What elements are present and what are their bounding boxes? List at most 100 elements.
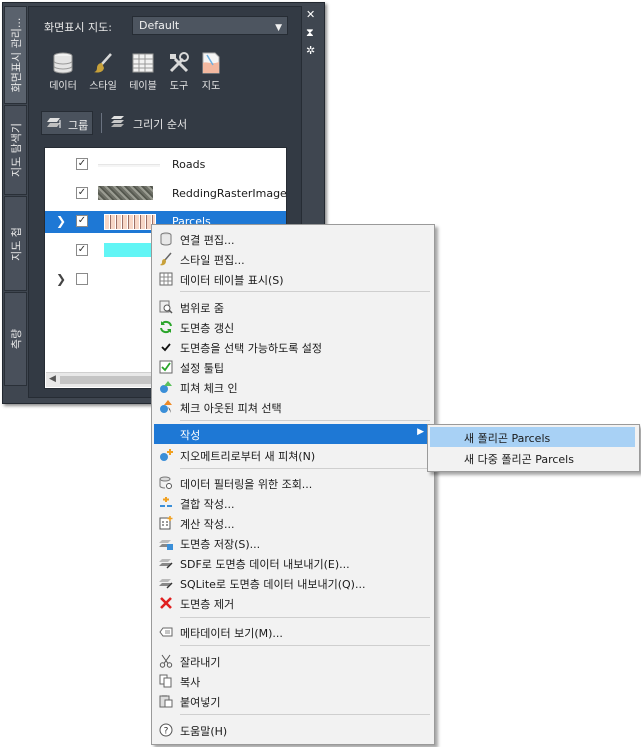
menu-item-refresh-layer[interactable]: 도면층 갱신 [154, 317, 432, 337]
menu-item-save-layer[interactable]: 도면층 저장(S)... [154, 533, 432, 553]
scissors-icon [159, 654, 173, 668]
menu-item-label: 피쳐 체크 인 [180, 382, 238, 395]
query-icon [159, 476, 172, 489]
menu-item-label: 지오메트리로부터 새 피쳐(N) [180, 450, 316, 463]
menu-item-remove-layer[interactable]: 도면층 제거 [154, 593, 432, 613]
menu-item-label: 범위로 줌 [180, 302, 224, 315]
submenu-item-new-multipolygon[interactable]: 새 다중 폴리곤 Parcels [430, 448, 635, 468]
tools-icon [169, 52, 189, 73]
vtab-map-book[interactable]: 지도 첩 [4, 196, 27, 291]
layer-row[interactable]: ✓ ReddingRasterImage [45, 183, 286, 205]
draw-order-icon [111, 116, 124, 127]
layer-visibility-checkbox[interactable]: ✓ [76, 244, 88, 256]
menu-item-help[interactable]: ? 도움말(H) [154, 720, 432, 740]
table-button[interactable]: 테이블 [125, 45, 161, 97]
layer-visibility-checkbox[interactable] [76, 273, 88, 285]
layer-row[interactable]: ✓ Roads [45, 154, 286, 176]
menu-item-label: 결합 작성... [180, 498, 235, 511]
menu-item-select-checked-out[interactable]: 체크 아웃된 피쳐 선택 [154, 397, 432, 417]
vtab-survey[interactable]: 측량 [4, 292, 27, 386]
menu-item-label: 도면층 갱신 [180, 322, 235, 335]
menu-separator [180, 468, 430, 469]
raster-thumbnail [98, 186, 153, 200]
submenu-item-new-polygon[interactable]: 새 폴리곤 Parcels [430, 427, 635, 447]
style-button[interactable]: 스타일 [85, 45, 121, 97]
new-feature-icon [160, 449, 173, 461]
menu-separator [180, 645, 430, 646]
menu-item-label: 데이터 테이블 표시(S) [180, 274, 284, 287]
checkin-icon [160, 381, 172, 393]
menu-separator [180, 420, 430, 421]
horizontal-scrollbar[interactable]: ◀ [46, 372, 165, 387]
layer-context-menu: 연결 편집... 스타일 편집... 데이터 테이블 표시(S) 범위로 줌 도… [151, 224, 435, 745]
menu-item-create-calculation[interactable]: 계산 작성... [154, 513, 432, 533]
layer-visibility-checkbox[interactable]: ✓ [76, 158, 88, 170]
layer-style-swatch [104, 243, 152, 257]
tool-label: 도구 [169, 81, 189, 92]
map-button[interactable]: 지도 [193, 45, 229, 97]
menu-item-label: SQLite로 도면층 데이터 내보내기(Q)... [180, 578, 366, 591]
menu-item-zoom-extents[interactable]: 범위로 줌 [154, 297, 432, 317]
expand-icon[interactable]: ❯ [56, 214, 66, 228]
layer-visibility-checkbox[interactable]: ✓ [76, 215, 88, 227]
scrollbar-thumb[interactable] [60, 376, 160, 384]
map-icon [202, 52, 220, 74]
menu-item-show-data-table[interactable]: 데이터 테이블 표시(S) [154, 269, 432, 289]
menu-item-tooltip-settings[interactable]: 설정 툴팁 [154, 357, 432, 377]
menu-item-check-in[interactable]: 피쳐 체크 인 [154, 377, 432, 397]
menu-item-label: 복사 [180, 676, 201, 689]
menu-item-label: 데이터 필터링을 위한 조회... [180, 478, 313, 491]
menu-item-paste[interactable]: 붙여넣기 [154, 691, 432, 711]
pin-icon[interactable]: ⧗ [306, 27, 314, 38]
vtab-map-explorer[interactable]: 지도 탐색기 [4, 105, 27, 195]
tool-label: 스타일 [89, 81, 117, 92]
map-select[interactable]: Default ▼ [132, 16, 288, 35]
group-button[interactable]: 그룹 [41, 111, 93, 135]
menu-item-query-filter[interactable]: 데이터 필터링을 위한 조회... [154, 473, 432, 493]
copy-icon [159, 674, 172, 688]
menu-item-view-metadata[interactable]: 메타데이터 보기(M)... [154, 622, 432, 642]
scroll-left-icon[interactable]: ◀ [49, 374, 56, 384]
menu-item-label: 스타일 편집... [180, 254, 245, 267]
tool-label: 데이터 [49, 81, 77, 92]
checkmark-icon [161, 343, 171, 352]
metadata-icon [159, 627, 173, 637]
expand-icon[interactable]: ❯ [56, 272, 66, 286]
vtab-label: 화면표시 관리... [9, 17, 23, 93]
menu-item-new-feature-from-geometry[interactable]: 지오메트리로부터 새 피쳐(N) [154, 445, 432, 465]
settings-icon[interactable]: ✲ [306, 45, 315, 56]
paste-icon [159, 695, 173, 708]
svg-text:?: ? [164, 727, 169, 737]
menu-item-label: 도면층 제거 [180, 598, 235, 611]
vtab-display-manager[interactable]: 화면표시 관리... [4, 6, 27, 104]
map-label: 화면표시 지도: [44, 21, 112, 34]
data-button[interactable]: 데이터 [45, 45, 81, 97]
menu-item-export-sqlite[interactable]: SQLite로 도면층 데이터 내보내기(Q)... [154, 573, 432, 593]
layer-visibility-checkbox[interactable]: ✓ [76, 187, 88, 199]
menu-item-create[interactable]: 작성 ▶ [154, 424, 432, 444]
toolbar-divider [101, 113, 102, 133]
tools-button[interactable]: 도구 [161, 45, 197, 97]
table-icon [159, 272, 173, 286]
close-icon[interactable]: ✕ [306, 9, 315, 20]
menu-item-cut[interactable]: 잘라내기 [154, 651, 432, 671]
menu-item-label: SDF로 도면층 데이터 내보내기(E)... [180, 558, 350, 571]
tool-label: 테이블 [129, 81, 157, 92]
brush-icon [160, 252, 172, 266]
submenu-arrow-icon: ▶ [417, 427, 424, 437]
menu-item-label: 작성 [180, 429, 201, 442]
tooltip-icon [159, 360, 173, 374]
menu-item-copy[interactable]: 복사 [154, 671, 432, 691]
menu-item-label: 도움말(H) [180, 725, 228, 738]
chevron-down-icon: ▼ [275, 23, 282, 33]
menu-item-edit-style[interactable]: 스타일 편집... [154, 249, 432, 269]
menu-item-make-selectable[interactable]: 도면층을 선택 가능하도록 설정 [154, 337, 432, 357]
menu-item-create-join[interactable]: 결합 작성... [154, 493, 432, 513]
layer-name: ReddingRasterImage [172, 187, 287, 200]
menu-item-edit-connection[interactable]: 연결 편집... [154, 229, 432, 249]
menu-item-label: 체크 아웃된 피쳐 선택 [180, 402, 282, 415]
roads-style-swatch [98, 164, 160, 167]
menu-item-export-sdf[interactable]: SDF로 도면층 데이터 내보내기(E)... [154, 553, 432, 573]
menu-item-label: 계산 작성... [180, 518, 235, 531]
save-layer-icon [159, 540, 173, 550]
